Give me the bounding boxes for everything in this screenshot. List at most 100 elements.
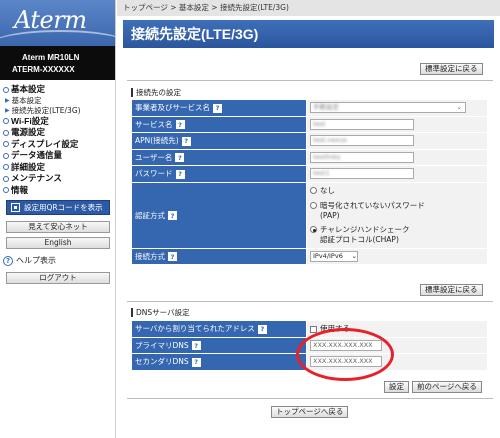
carrier-cell: 手動設定 ⌄	[306, 99, 488, 117]
help-icon[interactable]: ?	[181, 136, 191, 146]
breadcrumb: トップページ > 基本設定 > 接続先設定(LTE/3G)	[117, 0, 500, 16]
service-label: サービス名?	[131, 115, 307, 133]
qr-icon	[11, 203, 20, 212]
form-row-apn: APN(接続先)? test.nexus	[131, 132, 488, 150]
english-button[interactable]: English	[6, 237, 110, 249]
help-icon[interactable]: ?	[175, 120, 185, 130]
chevron-down-icon: ⌄	[351, 251, 357, 260]
form-row-auth: 認証方式? なし 暗号化されていないパスワード (PAP) チャレンジハンドシェ…	[131, 181, 488, 249]
sidebar: Aterm Aterm MR10LN ATERM-XXXXXX 基本設定 ▶ 基本…	[0, 0, 116, 438]
triangle-right-icon: ▶	[5, 106, 10, 114]
connection-section-heading: 接続先の設定	[131, 87, 181, 98]
sidebar-nav: 基本設定 ▶ 基本設定 ▶ 接続先設定(LTE/3G) Wi-Fi設定 電源設定 デ…	[0, 80, 115, 196]
bullet-icon	[3, 118, 9, 125]
password-input[interactable]: test1	[310, 168, 414, 180]
safe-net-button[interactable]: 見えて安心ネット	[6, 221, 110, 233]
help-icon[interactable]: ?	[191, 341, 201, 351]
auth-option-pap[interactable]: 暗号化されていないパスワード	[310, 200, 487, 211]
device-id: ATERM-XXXXXX	[12, 65, 75, 74]
apn-cell: test.nexus	[306, 132, 488, 150]
apn-input[interactable]: test.nexus	[310, 135, 414, 147]
divider	[127, 301, 493, 302]
previous-page-button[interactable]: 前のページへ戻る	[412, 381, 482, 393]
auth-label: 認証方式?	[131, 181, 307, 249]
service-cell: test	[306, 115, 488, 133]
bullet-icon	[3, 164, 9, 171]
service-name-input[interactable]: test	[310, 118, 414, 130]
model-info: Aterm MR10LN ATERM-XXXXXX	[0, 46, 115, 80]
username-label: ユーザー名?	[131, 148, 307, 166]
conn-type-cell: IPv4/IPv6 ⌄	[306, 247, 488, 265]
form-row-password: パスワード? test1	[131, 165, 488, 183]
auth-option-chap-sub: 認証プロトコル(CHAP)	[320, 235, 399, 244]
sidebar-sub-lte[interactable]: ▶ 接続先設定(LTE/3G)	[0, 106, 115, 116]
sidebar-item-data[interactable]: データ通信量	[0, 150, 115, 162]
help-icon[interactable]: ?	[191, 357, 201, 367]
connection-form: 事業者及びサービス名? 手動設定 ⌄ サービス名? test APN(接続先)? …	[131, 99, 488, 265]
auth-option-pap-sub: (PAP)	[320, 211, 340, 220]
sidebar-item-maintenance[interactable]: メンテナンス	[0, 173, 115, 185]
bullet-icon	[3, 187, 9, 194]
logout-button[interactable]: ログアウト	[6, 272, 110, 284]
conn-type-label: 接続方式?	[131, 247, 307, 265]
triangle-right-icon: ▶	[5, 96, 10, 104]
sidebar-item-advanced[interactable]: 詳細設定	[0, 162, 115, 174]
sidebar-item-basic[interactable]: 基本設定	[0, 84, 115, 96]
dns-section-heading: DNSサーバ設定	[131, 307, 190, 318]
qr-code-button[interactable]: 設定用QRコードを表示	[6, 200, 110, 215]
password-cell: test1	[306, 165, 488, 183]
restore-default-button-bottom[interactable]: 標準設定に戻る	[420, 284, 483, 296]
section-bar	[131, 88, 133, 97]
username-cell: testlinks	[306, 148, 488, 166]
chevron-down-icon: ⌄	[456, 103, 462, 112]
bullet-icon	[3, 86, 9, 93]
conn-type-select[interactable]: IPv4/IPv6 ⌄	[310, 250, 358, 262]
help-icon[interactable]: ?	[257, 324, 267, 334]
section-bar	[131, 308, 133, 317]
username-input[interactable]: testlinks	[310, 151, 414, 163]
bullet-icon	[3, 141, 9, 148]
help-icon[interactable]: ?	[213, 103, 222, 113]
logo-area: Aterm	[0, 0, 115, 46]
bullet-icon	[3, 129, 9, 136]
page-title: 接続先設定(LTE/3G)	[123, 20, 494, 48]
set-button[interactable]: 設定	[384, 381, 409, 393]
form-row-service: サービス名? test	[131, 115, 488, 133]
carrier-select[interactable]: 手動設定 ⌄	[310, 102, 466, 114]
radio-button[interactable]	[310, 202, 317, 209]
bullet-icon	[3, 175, 9, 182]
primary-dns-label: プライマリDNS?	[131, 336, 307, 354]
restore-default-button-top[interactable]: 標準設定に戻る	[420, 63, 483, 75]
divider	[127, 80, 493, 81]
sidebar-item-info[interactable]: 情報	[0, 185, 115, 197]
model-name: Aterm MR10LN	[22, 53, 80, 62]
help-icon[interactable]: ?	[168, 252, 177, 262]
sidebar-item-wifi[interactable]: Wi-Fi設定	[0, 116, 115, 128]
auth-option-chap[interactable]: チャレンジハンドシェーク	[310, 224, 487, 235]
dns-row-auto: サーバから割り当てられたアドレス? 使用する	[131, 320, 488, 338]
sidebar-item-power[interactable]: 電源設定	[0, 127, 115, 139]
help-icon[interactable]: ?	[175, 153, 185, 163]
help-toggle[interactable]: ? ヘルプ表示	[3, 255, 115, 266]
bullet-icon	[3, 152, 9, 159]
help-icon: ?	[3, 255, 13, 266]
password-label: パスワード?	[131, 165, 307, 183]
dns-auto-label: サーバから割り当てられたアドレス?	[131, 320, 307, 338]
sidebar-item-display[interactable]: ディスプレイ設定	[0, 139, 115, 151]
apn-label: APN(接続先)?	[131, 132, 307, 150]
back-to-top-button[interactable]: トップページへ戻る	[271, 406, 349, 418]
highlight-ellipse	[296, 328, 394, 381]
radio-button[interactable]	[310, 187, 317, 194]
form-row-carrier: 事業者及びサービス名? 手動設定 ⌄	[131, 99, 488, 117]
radio-button-selected[interactable]	[310, 226, 317, 233]
help-icon[interactable]: ?	[175, 169, 185, 179]
form-row-user: ユーザー名? testlinks	[131, 148, 488, 166]
auth-option-none[interactable]: なし	[310, 185, 487, 196]
use-server-dns-checkbox[interactable]	[310, 325, 317, 333]
secondary-dns-label: セカンダリDNS?	[131, 353, 307, 371]
sidebar-sub-basic[interactable]: ▶ 基本設定	[0, 96, 115, 106]
logo-swoosh	[0, 30, 115, 46]
auth-cell: なし 暗号化されていないパスワード (PAP) チャレンジハンドシェーク 認証プ…	[306, 181, 488, 249]
help-icon[interactable]: ?	[168, 211, 177, 220]
form-row-conn-type: 接続方式? IPv4/IPv6 ⌄	[131, 247, 488, 265]
